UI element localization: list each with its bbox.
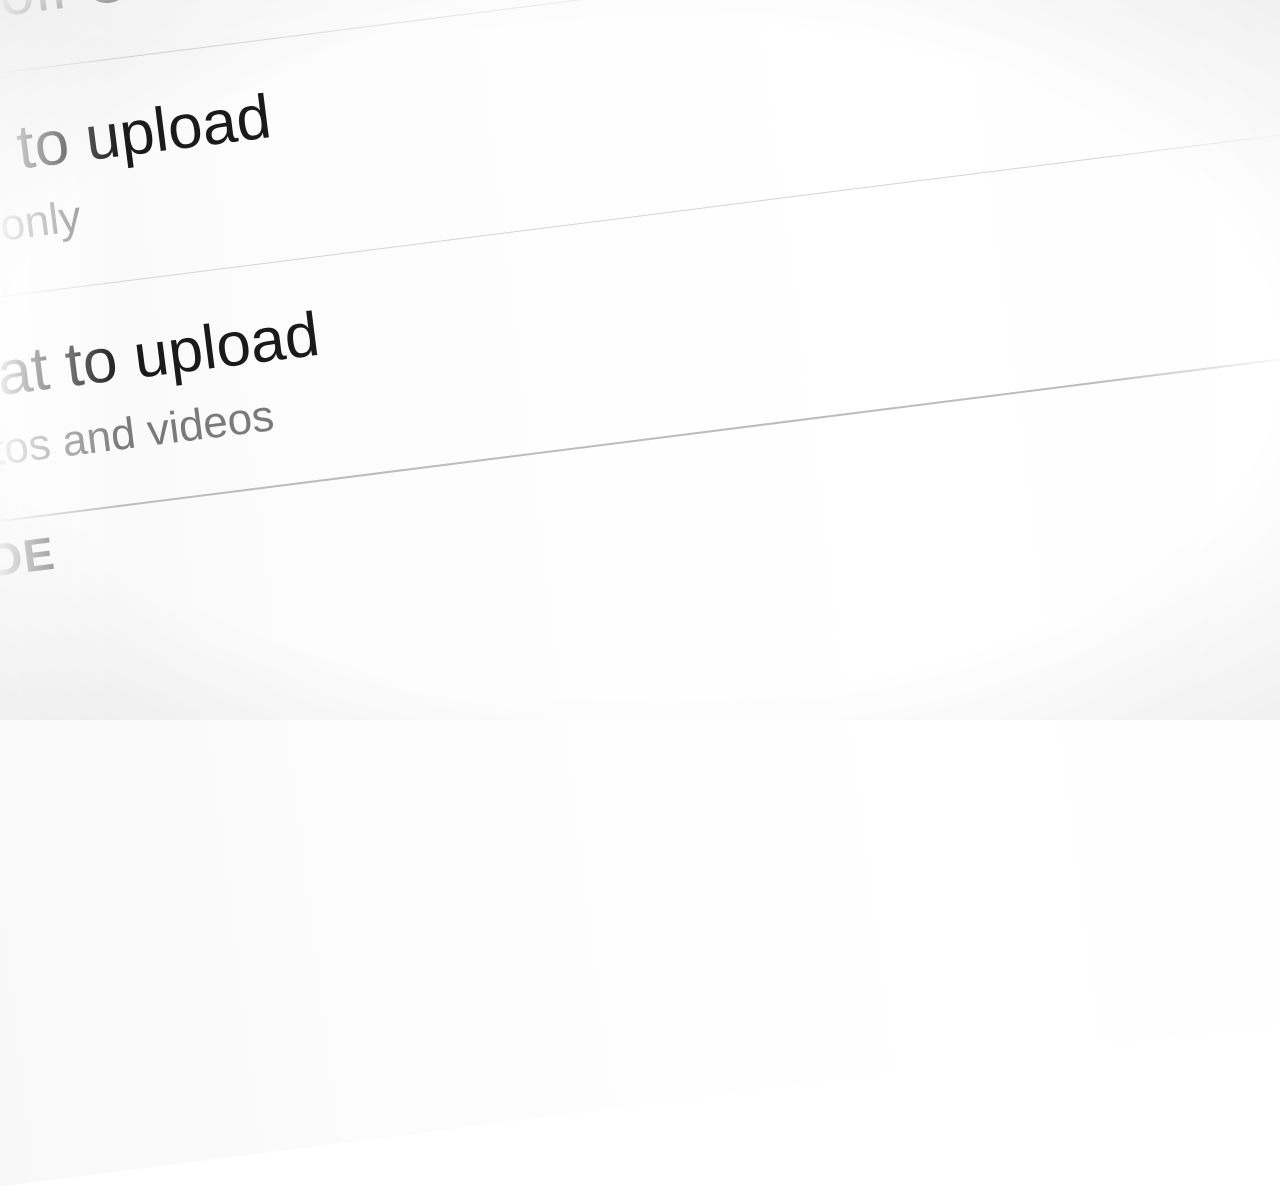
settings-list: CAMERA UPLOAD Turn off Camera Upload How… xyxy=(0,0,1280,1204)
